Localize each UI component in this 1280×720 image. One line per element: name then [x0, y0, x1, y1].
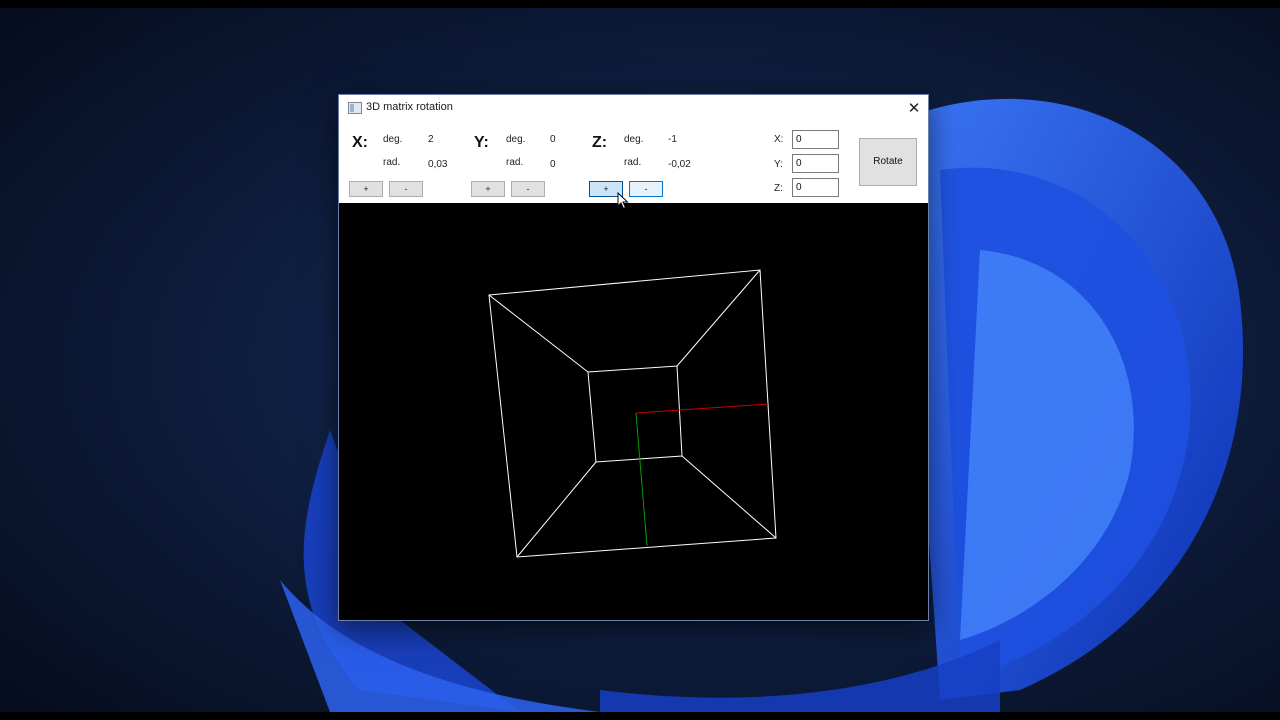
input-x-label: X:	[774, 134, 784, 145]
input-y-label: Y:	[774, 159, 783, 170]
z-deg-label: deg.	[624, 134, 644, 145]
render-viewport[interactable]	[339, 203, 928, 620]
rotation-z-input[interactable]	[792, 178, 839, 197]
y-minus-button[interactable]: -	[511, 181, 545, 197]
y-rad-label: rad.	[506, 157, 524, 168]
x-plus-button[interactable]: +	[349, 181, 383, 197]
z-rad-value: -0,02	[668, 159, 691, 170]
y-rad-value: 0	[550, 159, 556, 170]
rotate-button[interactable]: Rotate	[859, 138, 917, 186]
z-deg-value: -1	[668, 134, 677, 145]
x-minus-button[interactable]: -	[389, 181, 423, 197]
y-deg-value: 0	[550, 134, 556, 145]
x-rad-value: 0,03	[428, 159, 448, 170]
app-window-icon	[348, 102, 362, 114]
title-bar[interactable]: 3D matrix rotation ✕	[339, 95, 928, 123]
x-deg-label: deg.	[383, 134, 403, 145]
close-icon[interactable]: ✕	[900, 95, 928, 121]
z-rad-label: rad.	[624, 157, 642, 168]
window-title: 3D matrix rotation	[366, 101, 453, 113]
z-axis-letter: Z:	[592, 134, 608, 151]
rotation-x-input[interactable]	[792, 130, 839, 149]
y-plus-button[interactable]: +	[471, 181, 505, 197]
x-deg-value: 2	[428, 134, 434, 145]
app-window: 3D matrix rotation ✕ X: deg. 2 rad. 0,03…	[338, 94, 929, 621]
rotation-y-input[interactable]	[792, 154, 839, 173]
x-rad-label: rad.	[383, 157, 401, 168]
z-minus-button[interactable]: -	[629, 181, 663, 197]
y-deg-label: deg.	[506, 134, 526, 145]
input-z-label: Z:	[774, 183, 783, 194]
x-axis-letter: X:	[352, 134, 368, 151]
mouse-cursor-icon	[617, 192, 629, 210]
y-axis-letter: Y:	[474, 134, 489, 151]
